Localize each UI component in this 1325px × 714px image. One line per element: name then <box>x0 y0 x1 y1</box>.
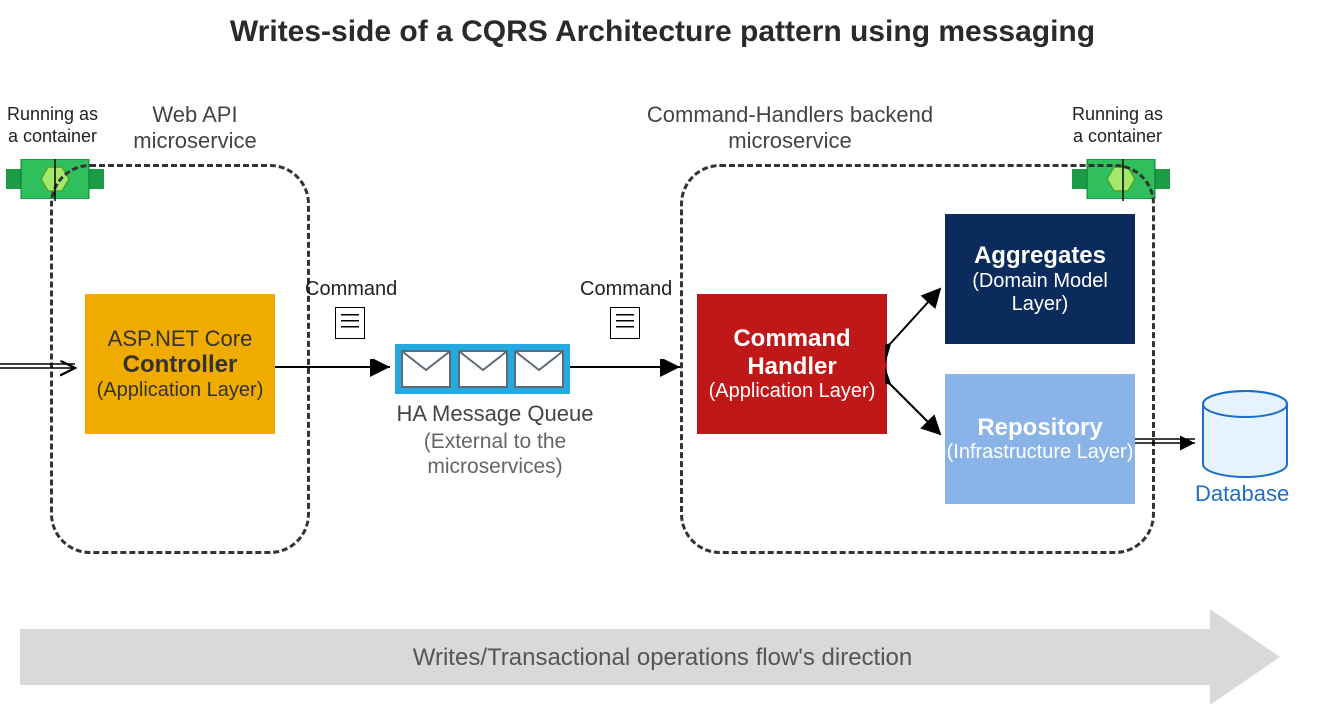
entry-arrow <box>0 357 90 377</box>
repository-box: Repository (Infrastructure Layer) <box>945 374 1135 504</box>
controller-sub: (Application Layer) <box>97 379 264 402</box>
handler-arrows <box>885 259 955 459</box>
handler-sub: (Application Layer) <box>709 380 876 403</box>
aggregates-box: Aggregates (Domain Model Layer) <box>945 214 1135 344</box>
flow-arrow: Writes/Transactional operations flow's d… <box>20 629 1305 689</box>
diagram-title: Writes-side of a CQRS Architecture patte… <box>0 15 1325 49</box>
repository-sub: (Infrastructure Layer) <box>947 441 1134 464</box>
flow-label: Writes/Transactional operations flow's d… <box>413 644 912 671</box>
container-label-left: Running as a container <box>0 104 105 147</box>
queue-title: HA Message Queue <box>395 401 595 427</box>
backend-label: Command-Handlers backend microservice <box>640 102 940 155</box>
arrow-controller-queue <box>275 359 405 379</box>
diagram-canvas: Running as a container Web API microserv… <box>0 49 1325 609</box>
queue-box <box>395 344 570 394</box>
command-label-2: Command <box>580 277 672 301</box>
database-label: Database <box>1195 481 1289 507</box>
aggregates-title: Aggregates <box>974 242 1106 270</box>
envelope-icon <box>401 350 451 388</box>
queue-sub: (External to the microservices) <box>395 429 595 479</box>
command-icon-2 <box>610 307 640 339</box>
handler-box: Command Handler (Application Layer) <box>697 294 887 434</box>
envelope-icon <box>514 350 564 388</box>
command-icon-1 <box>335 307 365 339</box>
controller-line1: ASP.NET Core <box>108 326 253 351</box>
controller-box: ASP.NET Core Controller (Application Lay… <box>85 294 275 434</box>
container-label-right: Running as a container <box>1065 104 1170 147</box>
handler-title: Command Handler <box>697 325 887 380</box>
webapi-label: Web API microservice <box>120 102 270 155</box>
aggregates-sub: (Domain Model Layer) <box>945 270 1135 316</box>
envelope-icon <box>458 350 508 388</box>
command-label-1: Command <box>305 277 397 301</box>
container-connector-left <box>50 159 60 204</box>
repository-title: Repository <box>977 414 1102 442</box>
database-icon <box>1200 389 1290 479</box>
container-connector-right <box>1118 159 1128 204</box>
controller-line2: Controller <box>123 351 238 379</box>
